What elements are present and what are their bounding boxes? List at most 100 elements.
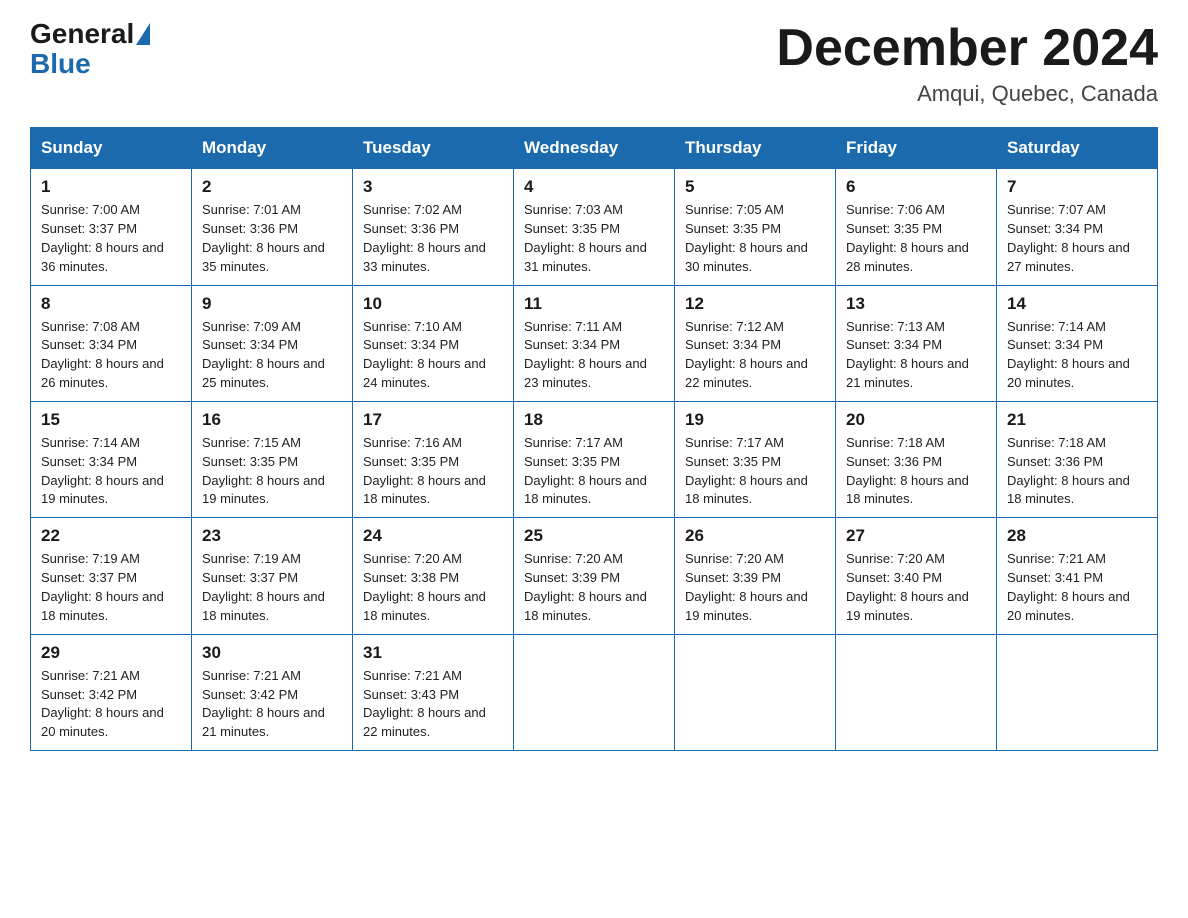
calendar-cell: 21 Sunrise: 7:18 AMSunset: 3:36 PMDaylig… [997,401,1158,517]
calendar-week-row: 22 Sunrise: 7:19 AMSunset: 3:37 PMDaylig… [31,518,1158,634]
day-info: Sunrise: 7:17 AMSunset: 3:35 PMDaylight:… [685,434,825,509]
month-title: December 2024 [776,20,1158,77]
calendar-cell: 10 Sunrise: 7:10 AMSunset: 3:34 PMDaylig… [353,285,514,401]
calendar-cell: 13 Sunrise: 7:13 AMSunset: 3:34 PMDaylig… [836,285,997,401]
day-info: Sunrise: 7:16 AMSunset: 3:35 PMDaylight:… [363,434,503,509]
day-number: 3 [363,177,503,197]
day-info: Sunrise: 7:06 AMSunset: 3:35 PMDaylight:… [846,201,986,276]
calendar-table: Sunday Monday Tuesday Wednesday Thursday… [30,127,1158,751]
day-info: Sunrise: 7:20 AMSunset: 3:39 PMDaylight:… [524,550,664,625]
day-info: Sunrise: 7:02 AMSunset: 3:36 PMDaylight:… [363,201,503,276]
day-number: 16 [202,410,342,430]
logo-general-text: General [30,20,134,48]
calendar-cell: 17 Sunrise: 7:16 AMSunset: 3:35 PMDaylig… [353,401,514,517]
day-number: 20 [846,410,986,430]
day-number: 11 [524,294,664,314]
day-number: 25 [524,526,664,546]
day-info: Sunrise: 7:21 AMSunset: 3:43 PMDaylight:… [363,667,503,742]
calendar-cell: 19 Sunrise: 7:17 AMSunset: 3:35 PMDaylig… [675,401,836,517]
day-number: 1 [41,177,181,197]
header-tuesday: Tuesday [353,128,514,169]
calendar-cell: 11 Sunrise: 7:11 AMSunset: 3:34 PMDaylig… [514,285,675,401]
calendar-cell: 29 Sunrise: 7:21 AMSunset: 3:42 PMDaylig… [31,634,192,750]
day-info: Sunrise: 7:14 AMSunset: 3:34 PMDaylight:… [1007,318,1147,393]
calendar-cell: 30 Sunrise: 7:21 AMSunset: 3:42 PMDaylig… [192,634,353,750]
calendar-cell: 23 Sunrise: 7:19 AMSunset: 3:37 PMDaylig… [192,518,353,634]
day-info: Sunrise: 7:18 AMSunset: 3:36 PMDaylight:… [846,434,986,509]
title-block: December 2024 Amqui, Quebec, Canada [776,20,1158,107]
day-number: 2 [202,177,342,197]
day-number: 6 [846,177,986,197]
day-info: Sunrise: 7:21 AMSunset: 3:42 PMDaylight:… [202,667,342,742]
calendar-header-row: Sunday Monday Tuesday Wednesday Thursday… [31,128,1158,169]
calendar-cell: 4 Sunrise: 7:03 AMSunset: 3:35 PMDayligh… [514,169,675,285]
header-saturday: Saturday [997,128,1158,169]
day-number: 8 [41,294,181,314]
calendar-cell [514,634,675,750]
day-info: Sunrise: 7:13 AMSunset: 3:34 PMDaylight:… [846,318,986,393]
calendar-cell: 26 Sunrise: 7:20 AMSunset: 3:39 PMDaylig… [675,518,836,634]
header-wednesday: Wednesday [514,128,675,169]
day-number: 27 [846,526,986,546]
calendar-cell: 18 Sunrise: 7:17 AMSunset: 3:35 PMDaylig… [514,401,675,517]
calendar-cell: 2 Sunrise: 7:01 AMSunset: 3:36 PMDayligh… [192,169,353,285]
calendar-cell: 9 Sunrise: 7:09 AMSunset: 3:34 PMDayligh… [192,285,353,401]
calendar-cell: 5 Sunrise: 7:05 AMSunset: 3:35 PMDayligh… [675,169,836,285]
calendar-cell: 27 Sunrise: 7:20 AMSunset: 3:40 PMDaylig… [836,518,997,634]
day-number: 13 [846,294,986,314]
header-sunday: Sunday [31,128,192,169]
day-number: 14 [1007,294,1147,314]
day-info: Sunrise: 7:18 AMSunset: 3:36 PMDaylight:… [1007,434,1147,509]
calendar-cell: 20 Sunrise: 7:18 AMSunset: 3:36 PMDaylig… [836,401,997,517]
logo: General Blue [30,20,152,80]
header-monday: Monday [192,128,353,169]
calendar-cell: 25 Sunrise: 7:20 AMSunset: 3:39 PMDaylig… [514,518,675,634]
day-info: Sunrise: 7:01 AMSunset: 3:36 PMDaylight:… [202,201,342,276]
calendar-week-row: 29 Sunrise: 7:21 AMSunset: 3:42 PMDaylig… [31,634,1158,750]
calendar-cell [675,634,836,750]
day-number: 28 [1007,526,1147,546]
day-number: 22 [41,526,181,546]
day-info: Sunrise: 7:19 AMSunset: 3:37 PMDaylight:… [41,550,181,625]
calendar-week-row: 15 Sunrise: 7:14 AMSunset: 3:34 PMDaylig… [31,401,1158,517]
calendar-cell: 6 Sunrise: 7:06 AMSunset: 3:35 PMDayligh… [836,169,997,285]
day-number: 5 [685,177,825,197]
day-info: Sunrise: 7:21 AMSunset: 3:42 PMDaylight:… [41,667,181,742]
day-info: Sunrise: 7:05 AMSunset: 3:35 PMDaylight:… [685,201,825,276]
day-number: 7 [1007,177,1147,197]
day-number: 15 [41,410,181,430]
day-info: Sunrise: 7:00 AMSunset: 3:37 PMDaylight:… [41,201,181,276]
day-number: 24 [363,526,503,546]
calendar-cell: 1 Sunrise: 7:00 AMSunset: 3:37 PMDayligh… [31,169,192,285]
day-number: 23 [202,526,342,546]
calendar-cell: 7 Sunrise: 7:07 AMSunset: 3:34 PMDayligh… [997,169,1158,285]
day-info: Sunrise: 7:07 AMSunset: 3:34 PMDaylight:… [1007,201,1147,276]
day-number: 30 [202,643,342,663]
calendar-cell: 8 Sunrise: 7:08 AMSunset: 3:34 PMDayligh… [31,285,192,401]
calendar-cell: 16 Sunrise: 7:15 AMSunset: 3:35 PMDaylig… [192,401,353,517]
logo-triangle-icon [136,23,150,45]
calendar-cell [997,634,1158,750]
day-info: Sunrise: 7:21 AMSunset: 3:41 PMDaylight:… [1007,550,1147,625]
calendar-week-row: 1 Sunrise: 7:00 AMSunset: 3:37 PMDayligh… [31,169,1158,285]
day-number: 29 [41,643,181,663]
day-info: Sunrise: 7:03 AMSunset: 3:35 PMDaylight:… [524,201,664,276]
logo-blue-text: Blue [30,48,91,80]
day-info: Sunrise: 7:15 AMSunset: 3:35 PMDaylight:… [202,434,342,509]
calendar-cell: 3 Sunrise: 7:02 AMSunset: 3:36 PMDayligh… [353,169,514,285]
day-info: Sunrise: 7:11 AMSunset: 3:34 PMDaylight:… [524,318,664,393]
day-number: 21 [1007,410,1147,430]
day-info: Sunrise: 7:12 AMSunset: 3:34 PMDaylight:… [685,318,825,393]
calendar-cell: 14 Sunrise: 7:14 AMSunset: 3:34 PMDaylig… [997,285,1158,401]
calendar-cell: 24 Sunrise: 7:20 AMSunset: 3:38 PMDaylig… [353,518,514,634]
header-thursday: Thursday [675,128,836,169]
day-info: Sunrise: 7:20 AMSunset: 3:38 PMDaylight:… [363,550,503,625]
calendar-cell: 15 Sunrise: 7:14 AMSunset: 3:34 PMDaylig… [31,401,192,517]
day-info: Sunrise: 7:08 AMSunset: 3:34 PMDaylight:… [41,318,181,393]
day-info: Sunrise: 7:17 AMSunset: 3:35 PMDaylight:… [524,434,664,509]
day-number: 19 [685,410,825,430]
day-number: 31 [363,643,503,663]
day-info: Sunrise: 7:09 AMSunset: 3:34 PMDaylight:… [202,318,342,393]
calendar-cell [836,634,997,750]
day-number: 17 [363,410,503,430]
